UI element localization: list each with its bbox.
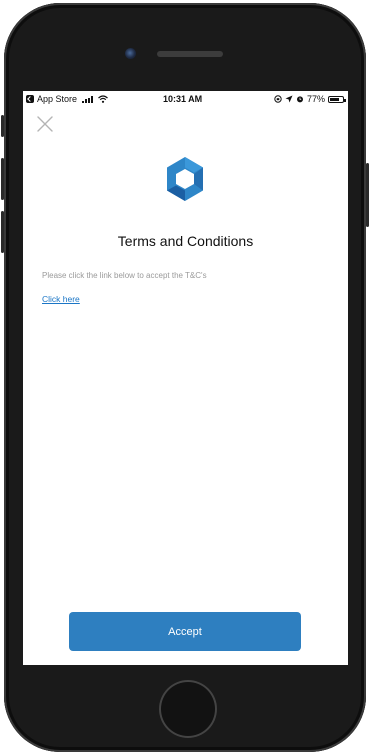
location-icon — [285, 95, 293, 103]
accept-button[interactable]: Accept — [69, 612, 301, 651]
app-screen: App Store 10:31 AM 77% Terms and Conditi… — [23, 91, 348, 665]
battery-icon — [328, 95, 346, 103]
status-bar-right: 77% — [274, 94, 346, 104]
page-title: Terms and Conditions — [117, 233, 254, 249]
alarm-icon — [296, 96, 303, 103]
volume-down-button — [1, 211, 4, 253]
terms-link[interactable]: Click here — [42, 294, 80, 304]
app-logo-icon — [167, 157, 203, 201]
battery-percent: 77% — [306, 94, 325, 104]
earpiece-speaker — [157, 51, 223, 57]
signal-icon — [82, 95, 94, 103]
status-time: 10:31 AM — [163, 94, 203, 104]
power-button — [366, 163, 369, 227]
mute-switch — [1, 115, 4, 137]
volume-up-button — [1, 158, 4, 200]
status-bar-left: App Store — [26, 94, 108, 104]
battery-fill — [330, 97, 339, 101]
front-camera — [125, 48, 136, 59]
status-bar: App Store 10:31 AM 77% — [23, 91, 348, 107]
close-button[interactable] — [36, 115, 54, 133]
terms-description: Please click the link below to accept th… — [42, 271, 207, 280]
home-button[interactable] — [159, 680, 217, 738]
screen-lock-icon — [274, 95, 282, 103]
close-icon[interactable] — [36, 115, 54, 133]
wifi-icon — [98, 95, 108, 103]
back-app-icon[interactable] — [26, 95, 34, 103]
back-app-label[interactable]: App Store — [37, 94, 77, 104]
